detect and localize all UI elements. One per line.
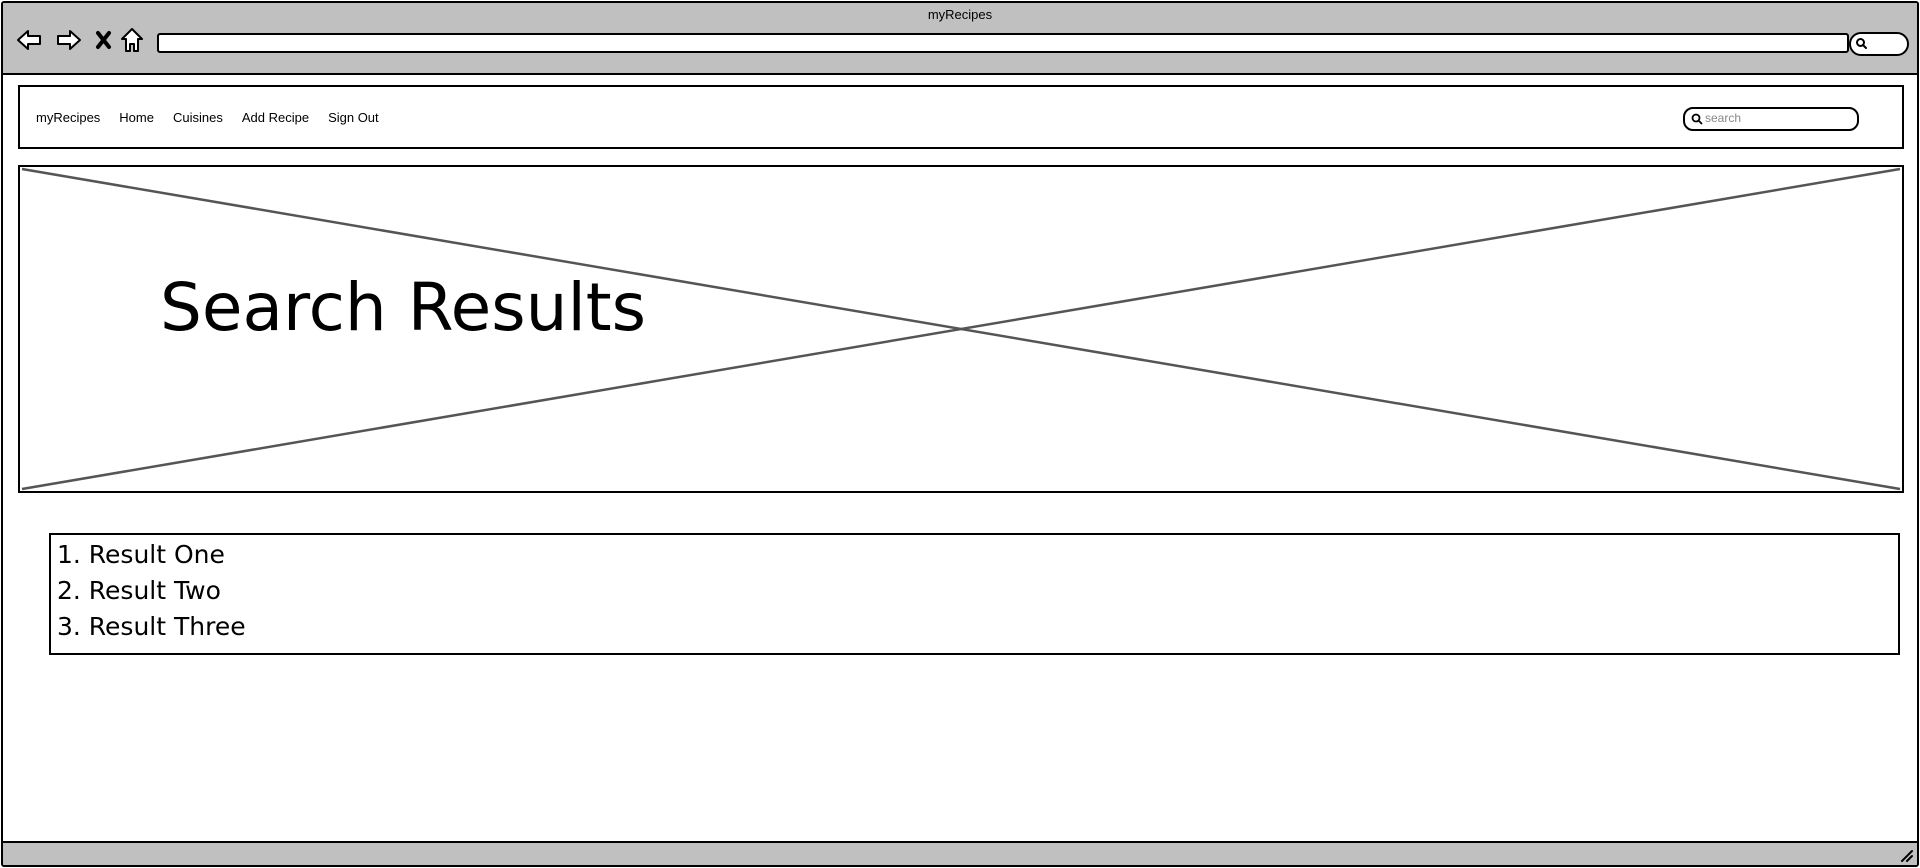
result-item[interactable]: 2. Result Two [57,573,1892,609]
browser-window: myRecipes myRecipes Home Cuisines Add Re… [1,1,1919,867]
nav-links: myRecipes Home Cuisines Add Recipe Sign … [36,87,379,147]
search-icon [1856,38,1867,49]
stop-button[interactable] [93,26,115,54]
browser-search-button[interactable] [1849,32,1909,56]
nav-link-sign-out[interactable]: Sign Out [328,110,379,125]
nav-link-home[interactable]: Home [119,110,154,125]
browser-toolbar: myRecipes [3,3,1917,75]
window-title: myRecipes [927,7,993,22]
page-title: Search Results [160,269,647,346]
home-button[interactable] [119,26,145,54]
nav-brand[interactable]: myRecipes [36,110,100,125]
site-search-box [1683,107,1859,131]
resize-handle-icon[interactable] [1899,848,1913,862]
home-icon [121,28,143,52]
close-icon [96,31,111,49]
hero-banner: Search Results [18,165,1904,493]
site-navbar: myRecipes Home Cuisines Add Recipe Sign … [18,85,1904,149]
arrow-left-icon [17,30,41,50]
forward-button[interactable] [55,26,83,54]
status-bar [3,841,1917,865]
nav-link-add-recipe[interactable]: Add Recipe [242,110,309,125]
back-button[interactable] [15,26,43,54]
result-item[interactable]: 3. Result Three [57,609,1892,645]
result-item[interactable]: 1. Result One [57,537,1892,573]
search-results-list: 1. Result One 2. Result Two 3. Result Th… [49,533,1900,655]
search-input[interactable] [1705,110,1850,126]
nav-link-cuisines[interactable]: Cuisines [173,110,223,125]
search-icon [1691,113,1703,125]
arrow-right-icon [57,30,81,50]
address-bar[interactable] [157,33,1849,53]
